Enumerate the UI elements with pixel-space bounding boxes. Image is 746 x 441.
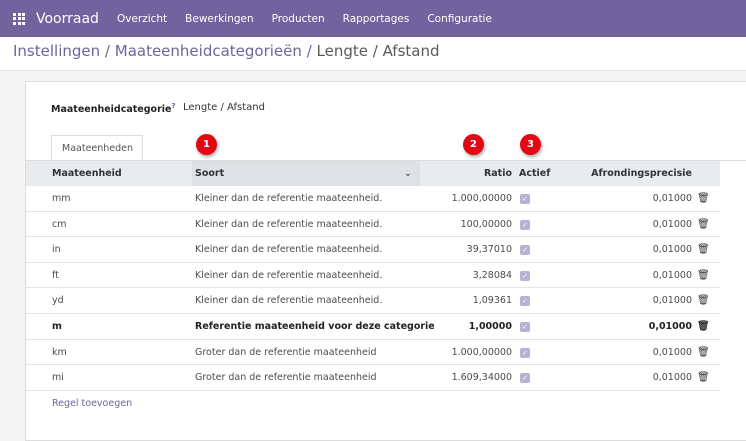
unit-cell: yd <box>52 295 64 307</box>
trash-icon[interactable]: 🗑 <box>697 212 710 237</box>
trash-icon[interactable]: 🗑 <box>697 186 710 211</box>
unit-cell: mi <box>52 372 64 384</box>
active-checkbox[interactable]: ✓ <box>520 219 530 230</box>
menu-bewerkingen[interactable]: Bewerkingen <box>185 13 253 25</box>
ratio-cell: 39,37010 <box>466 244 512 256</box>
header-actief[interactable]: Actief <box>519 161 550 186</box>
tab-maateenheden[interactable]: Maateenheden <box>51 135 143 161</box>
trash-icon[interactable]: 🗑 <box>697 288 710 313</box>
type-cell: Groter dan de referentie maateenheid <box>195 346 377 358</box>
table-row[interactable]: km Groter dan de referentie maateenheid … <box>26 340 720 366</box>
category-label: Maateenheidcategorie? <box>51 102 176 115</box>
ratio-cell: 1.609,34000 <box>451 372 512 384</box>
header-afrondingsprecisie[interactable]: Afrondingsprecisie <box>591 161 692 186</box>
add-line-link[interactable]: Regel toevoegen <box>52 398 132 409</box>
trash-icon[interactable]: 🗑 <box>697 237 710 262</box>
menu-producten[interactable]: Producten <box>272 13 325 25</box>
chevron-down-icon: ⌄ <box>404 168 412 179</box>
annotation-badge-1: 1 <box>196 134 217 155</box>
active-checkbox[interactable]: ✓ <box>520 296 530 307</box>
help-icon[interactable]: ? <box>171 102 175 110</box>
ratio-cell: 1.000,00000 <box>451 193 512 204</box>
breadcrumb-current: Lengte / Afstand <box>316 42 440 60</box>
active-checkbox[interactable]: ✓ <box>520 194 530 204</box>
ratio-cell: 1,09361 <box>472 295 512 307</box>
rounding-cell: 0,01000 <box>652 244 692 256</box>
type-cell: Kleiner dan de referentie maateenheid. <box>195 218 383 230</box>
rounding-cell: 0,01000 <box>652 372 692 384</box>
table-row[interactable]: m Referentie maateenheid voor deze categ… <box>26 314 720 340</box>
active-checkbox[interactable]: ✓ <box>520 270 530 281</box>
rounding-cell: 0,01000 <box>652 218 692 230</box>
type-cell: Referentie maateenheid voor deze categor… <box>195 321 435 332</box>
category-value[interactable]: Lengte / Afstand <box>183 102 265 113</box>
active-checkbox[interactable]: ✓ <box>520 245 530 256</box>
header-maateenheid[interactable]: Maateenheid <box>52 161 122 186</box>
trash-icon[interactable]: 🗑 <box>697 340 710 365</box>
menu-rapportages[interactable]: Rapportages <box>343 13 410 25</box>
trash-icon[interactable]: 🗑 <box>697 365 710 390</box>
rounding-cell: 0,01000 <box>652 346 692 358</box>
unit-cell: km <box>52 346 67 358</box>
table-row[interactable]: ft Kleiner dan de referentie maateenheid… <box>26 262 720 289</box>
active-checkbox[interactable]: ✓ <box>520 373 530 384</box>
breadcrumb: Instellingen / Maateenheidcategorieën / … <box>13 42 440 60</box>
type-cell: Kleiner dan de referentie maateenheid. <box>195 295 383 307</box>
type-cell: Kleiner dan de referentie maateenheid. <box>195 244 383 256</box>
table-row[interactable]: yd Kleiner dan de referentie maateenheid… <box>26 288 720 314</box>
active-checkbox[interactable]: ✓ <box>520 347 530 358</box>
type-cell: Kleiner dan de referentie maateenheid. <box>195 269 383 281</box>
rounding-cell: 0,01000 <box>652 193 692 204</box>
annotation-badge-3: 3 <box>520 134 541 155</box>
category-label-text: Maateenheidcategorie <box>51 104 172 116</box>
table-row[interactable]: in Kleiner dan de referentie maateenheid… <box>26 237 720 263</box>
type-cell: Groter dan de referentie maateenheid <box>195 372 377 384</box>
type-cell: Kleiner dan de referentie maateenheid. <box>195 193 383 204</box>
app-brand[interactable]: Voorraad <box>36 11 99 27</box>
header-ratio[interactable]: Ratio <box>484 161 512 186</box>
table-row[interactable]: cm Kleiner dan de referentie maateenheid… <box>26 211 720 238</box>
apps-grid-icon[interactable] <box>13 12 25 25</box>
ratio-cell: 100,00000 <box>460 218 512 230</box>
breadcrumb-instellingen[interactable]: Instellingen <box>13 42 100 60</box>
trash-icon[interactable]: 🗑 <box>697 263 710 288</box>
ratio-cell: 3,28084 <box>472 269 512 281</box>
ratio-cell: 1.000,00000 <box>451 346 512 358</box>
menu-configuratie[interactable]: Configuratie <box>427 13 492 25</box>
header-soort[interactable]: Soort ⌄ <box>192 161 420 186</box>
unit-cell: in <box>52 244 61 256</box>
unit-cell: ft <box>52 269 59 281</box>
top-navbar: Voorraad Overzicht Bewerkingen Producten… <box>0 0 746 37</box>
header-soort-label: Soort <box>195 168 225 179</box>
ratio-cell: 1,00000 <box>468 321 512 332</box>
menu-overzicht[interactable]: Overzicht <box>117 13 167 25</box>
active-checkbox[interactable]: ✓ <box>520 322 530 332</box>
rounding-cell: 0,01000 <box>652 295 692 307</box>
breadcrumb-separator: / <box>306 42 312 60</box>
annotation-badge-2: 2 <box>463 134 484 155</box>
table-header: Maateenheid Soort ⌄ Ratio Actief Afrondin… <box>26 161 720 186</box>
rounding-cell: 0,01000 <box>652 269 692 281</box>
unit-cell: mm <box>52 193 71 204</box>
unit-cell: cm <box>52 218 67 230</box>
trash-icon[interactable]: 🗑 <box>697 314 710 339</box>
table-row[interactable]: mm Kleiner dan de referentie maateenheid… <box>26 186 720 212</box>
unit-cell: m <box>52 321 62 332</box>
table-row[interactable]: mi Groter dan de referentie maateenheid … <box>26 365 720 391</box>
breadcrumb-separator: / <box>104 42 110 60</box>
breadcrumb-categories[interactable]: Maateenheidcategorieën <box>115 42 302 60</box>
rounding-cell: 0,01000 <box>648 321 692 332</box>
